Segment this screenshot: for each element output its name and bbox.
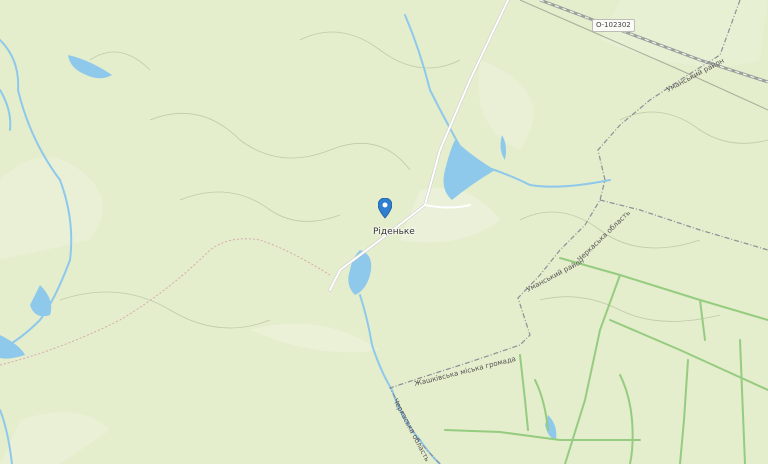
boundary-label-right-mid: Уманський район — [525, 257, 585, 294]
place-label[interactable]: Ріденьке — [373, 227, 415, 237]
road-ref-badge: О-102302 — [592, 19, 635, 32]
boundary-label-bottom-center: Жашківська міська громада — [414, 355, 517, 388]
boundary-label-bottom-left: Черкаська область — [391, 397, 431, 463]
water-bodies — [0, 55, 557, 440]
map-pin-icon[interactable] — [378, 198, 392, 222]
contour-lines — [59, 31, 768, 329]
roads — [328, 0, 510, 292]
map-canvas[interactable]: Уманський район Черкаська область Умансь… — [0, 0, 768, 464]
boundary-label-center-right: Черкаська область — [576, 209, 632, 264]
